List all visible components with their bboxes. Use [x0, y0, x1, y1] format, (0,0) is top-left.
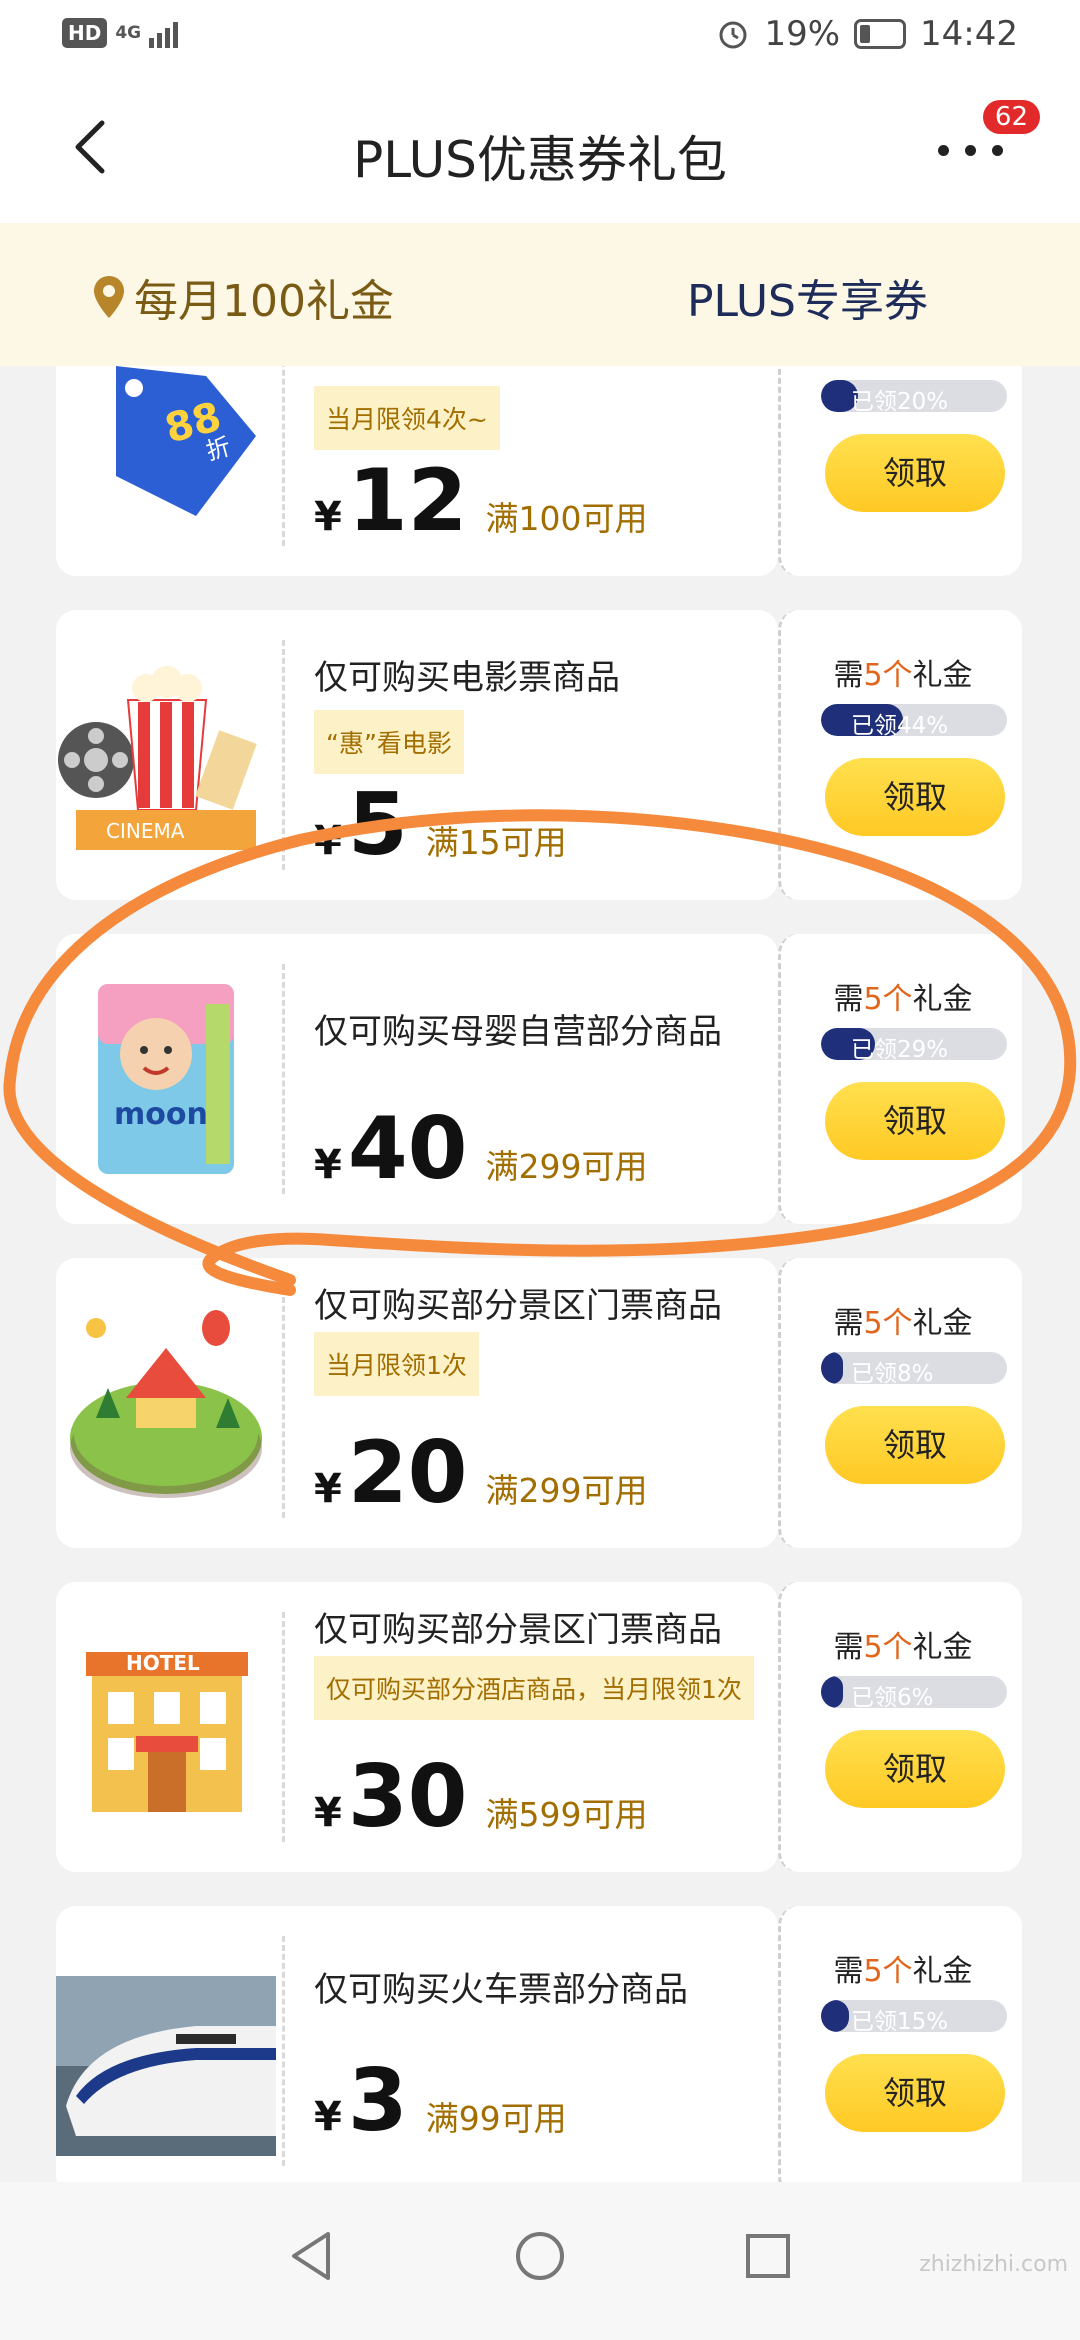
claim-progress-bar: 已领29%	[821, 1028, 1007, 1060]
svg-text:CINEMA: CINEMA	[106, 819, 185, 843]
coupon-condition: 满99可用	[425, 2099, 567, 2138]
more-options-button[interactable]	[938, 135, 1008, 165]
bullet-train-icon	[56, 1936, 276, 2166]
coupon-amount: 5	[347, 775, 408, 875]
coupon-amount: 3	[347, 2051, 408, 2151]
required-points: 需5个礼金	[833, 982, 973, 1017]
claim-progress-bar: 已领15%	[821, 2000, 1007, 2032]
coupon-amount: 12	[347, 451, 468, 551]
nav-recents-icon[interactable]	[738, 2226, 798, 2286]
coupon-condition: 满100可用	[485, 499, 648, 538]
coupon-card: 仅可购买火车票部分商品 ¥ 3 满99可用 需5个礼金 已领15% 领取	[56, 1906, 1022, 2182]
nav-home-icon[interactable]	[510, 2226, 570, 2286]
claim-button[interactable]: 领取	[825, 758, 1005, 836]
coupon-list[interactable]: 88 折 当月限领4次~ ¥ 12 满100可用 已领20% 领取 CINEMA…	[0, 366, 1080, 2182]
status-left: HD 4G	[62, 18, 185, 48]
status-right: 19% 14:42	[716, 14, 1018, 54]
coupon-description: 仅可购买部分景区门票商品	[314, 1286, 722, 1326]
required-points: 需5个礼金	[833, 1306, 973, 1341]
claim-button[interactable]: 领取	[825, 1730, 1005, 1808]
claim-button[interactable]: 领取	[825, 2054, 1005, 2132]
required-points: 需5个礼金	[833, 658, 973, 693]
claim-progress-bar: 已领44%	[821, 704, 1007, 736]
coupon-price: ¥ 30 满599可用	[314, 1747, 648, 1847]
coupon-card: HOTEL 仅可购买部分景区门票商品 仅可购买部分酒店商品，当月限领1次 ¥ 3…	[56, 1582, 1022, 1872]
coupon-card: 88 折 当月限领4次~ ¥ 12 满100可用 已领20% 领取	[56, 366, 1022, 576]
coupon-price: ¥ 12 满100可用	[314, 451, 648, 551]
svg-text:HOTEL: HOTEL	[126, 1651, 200, 1675]
alarm-icon	[719, 21, 747, 49]
coupon-card: 仅可购买部分景区门票商品 当月限领1次 ¥ 20 满299可用 需5个礼金 已领…	[56, 1258, 1022, 1548]
coupon-condition: 满299可用	[485, 1471, 648, 1510]
location-pin-icon	[94, 276, 124, 318]
network-type: 4G	[115, 22, 142, 43]
battery-icon	[854, 19, 907, 49]
cinema-icon: CINEMA	[56, 640, 276, 870]
tab-monthly-gift[interactable]: 每月100礼金	[92, 265, 394, 329]
claim-progress-bar: 已领8%	[821, 1352, 1007, 1384]
coupon-price: ¥ 40 满299可用	[314, 1099, 648, 1199]
coupon-description: 仅可购买火车票部分商品	[314, 1970, 688, 2010]
coupon-card: CINEMA 仅可购买电影票商品 “惠”看电影 ¥ 5 满15可用 需5个礼金 …	[56, 610, 1022, 900]
required-points: 需5个礼金	[833, 1954, 973, 1989]
tab-monthly-gift-label: 每月100礼金	[134, 276, 394, 327]
watermark: zhizhizhi.com	[919, 2252, 1068, 2277]
coupon-price: ¥ 5 满15可用	[314, 775, 567, 875]
system-nav-bar: zhizhizhi.com	[0, 2182, 1080, 2340]
page-title: PLUS优惠券礼包	[353, 131, 727, 189]
coupon-tag: “惠”看电影	[314, 710, 464, 774]
claim-progress-bar: 已领6%	[821, 1676, 1007, 1708]
status-bar: HD 4G 19% 14:42	[0, 0, 1080, 75]
nav-back-icon[interactable]	[282, 2226, 342, 2286]
coupon-amount: 20	[347, 1423, 468, 1523]
coupon-description: 仅可购买部分景区门票商品	[314, 1610, 722, 1650]
coupon-amount: 40	[347, 1099, 468, 1199]
message-count-badge: 62	[982, 100, 1040, 134]
tab-plus-coupon[interactable]: PLUS专享券	[687, 265, 928, 329]
hd-badge: HD	[62, 18, 108, 48]
coupon-amount: 30	[347, 1747, 468, 1847]
battery-percent: 19%	[764, 14, 841, 54]
coupon-description: 仅可购买电影票商品	[314, 658, 620, 698]
coupon-price: ¥ 20 满299可用	[314, 1423, 648, 1523]
claim-button[interactable]: 领取	[825, 1082, 1005, 1160]
signal-icon	[149, 22, 179, 48]
required-points: 需5个礼金	[833, 1630, 973, 1665]
coupon-card: moony 仅可购买母婴自营部分商品 ¥ 40 满299可用 需5个礼金 已领2…	[56, 934, 1022, 1224]
coupon-tag: 当月限领4次~	[314, 386, 500, 450]
claim-button[interactable]: 领取	[825, 434, 1005, 512]
coupon-condition: 满599可用	[485, 1795, 648, 1834]
claim-button[interactable]: 领取	[825, 1406, 1005, 1484]
nav-bar: PLUS优惠券礼包 62	[0, 75, 1080, 223]
amusement-park-icon	[56, 1288, 276, 1518]
claim-progress-bar: 已领20%	[821, 380, 1007, 412]
coupon-description: 仅可购买母婴自营部分商品	[314, 1012, 722, 1052]
coupon-condition: 满299可用	[485, 1147, 648, 1186]
hotel-icon: HOTEL	[56, 1612, 276, 1842]
clock: 14:42	[920, 14, 1018, 54]
diaper-pack-icon: moony	[56, 964, 276, 1194]
coupon-tag: 仅可购买部分酒店商品，当月限领1次	[314, 1656, 754, 1720]
discount-88-tag-icon: 88 折	[56, 366, 276, 546]
coupon-condition: 满15可用	[425, 823, 567, 862]
coupon-tag: 当月限领1次	[314, 1332, 479, 1396]
tab-bar: 每月100礼金 PLUS专享券	[0, 223, 1080, 366]
coupon-price: ¥ 3 满99可用	[314, 2051, 567, 2151]
